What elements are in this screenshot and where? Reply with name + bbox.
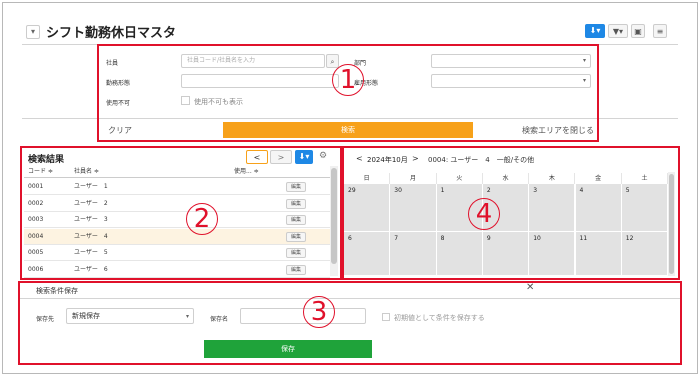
callout-2: 2: [186, 203, 218, 235]
callout-4: 4: [468, 198, 500, 230]
collapse-icon[interactable]: ▾: [26, 25, 40, 39]
page-title: シフト勤務休日マスタ: [46, 26, 177, 41]
callout-box-calendar: [342, 146, 680, 280]
callout-1: 1: [332, 64, 364, 96]
filter-button[interactable]: ▼▾: [608, 24, 628, 38]
menu-icon[interactable]: ≡: [653, 24, 667, 38]
callout-3: 3: [303, 296, 335, 328]
download-button[interactable]: ⬇▾: [585, 24, 605, 38]
folder-icon[interactable]: ▣: [631, 24, 645, 38]
title-bar: ▾ シフト勤務休日マスタ: [22, 20, 678, 42]
callout-box-save: [18, 281, 682, 365]
callout-box-results: [20, 146, 342, 280]
